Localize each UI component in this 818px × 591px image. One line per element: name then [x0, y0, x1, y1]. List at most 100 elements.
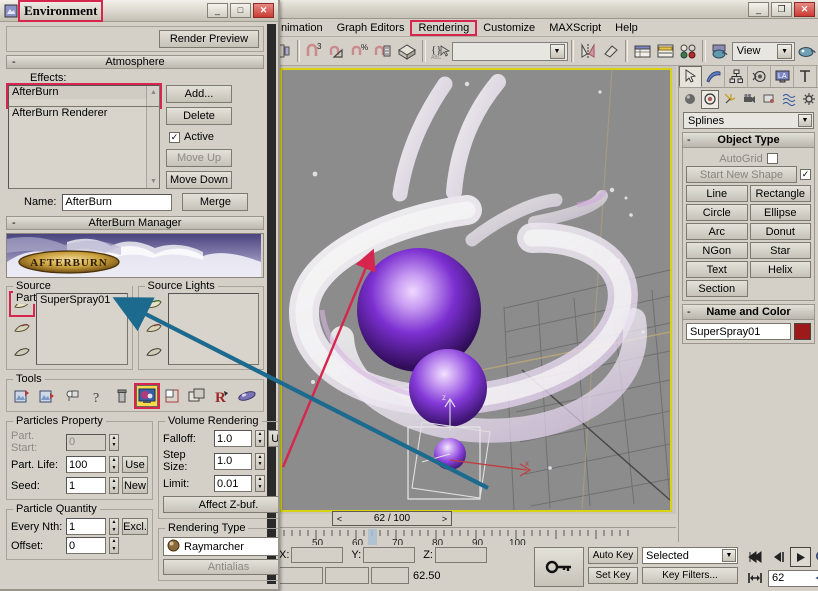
menu-graph-editors[interactable]: Graph Editors	[330, 21, 412, 35]
time-slider[interactable]: < 62 / 100 >	[332, 511, 452, 526]
copy-params-icon[interactable]	[61, 385, 83, 407]
chevron-down-icon-2[interactable]: ▼	[777, 44, 792, 59]
coord-z-field[interactable]	[435, 547, 487, 563]
spinner-snap-icon[interactable]	[372, 39, 394, 63]
time-next-icon[interactable]: >	[438, 512, 451, 525]
object-type-collapse-icon[interactable]: -	[687, 134, 691, 146]
scroll-up-icon[interactable]: ▲	[147, 86, 160, 99]
create-line-button[interactable]: Line	[686, 185, 748, 202]
auto-key-button[interactable]: Auto Key	[588, 547, 638, 564]
move-down-button[interactable]: Move Down	[166, 171, 232, 189]
pick-particle-icon[interactable]	[11, 341, 33, 363]
time-prev-icon[interactable]: <	[333, 512, 346, 525]
create-circle-button[interactable]: Circle	[686, 204, 748, 221]
environment-titlebar[interactable]: Environment _ □ ✕	[0, 0, 278, 22]
add-effect-button[interactable]: Add...	[166, 85, 232, 103]
create-helix-button[interactable]: Helix	[750, 261, 812, 278]
affect-zbuf-button[interactable]: Affect Z-buf.	[163, 496, 278, 513]
display-tab-icon[interactable]: LA	[771, 66, 794, 87]
part-life-input[interactable]: 100	[66, 456, 106, 473]
delete-effect-button[interactable]: Delete	[166, 107, 232, 125]
ellipse-icon[interactable]	[236, 385, 258, 407]
afterburn-manager-rollout-title[interactable]: - AfterBurn Manager	[6, 216, 264, 230]
shapes-icon[interactable]	[701, 90, 720, 109]
key-filters-button[interactable]: Key Filters...	[642, 567, 738, 584]
source-lights-listbox[interactable]	[168, 293, 260, 365]
env-minimize-button[interactable]: _	[207, 3, 228, 18]
percent-snap-icon[interactable]: %	[349, 39, 371, 63]
curve-editor-icon[interactable]	[654, 39, 676, 63]
new-window-icon[interactable]	[161, 385, 183, 407]
menu-animation[interactable]: nimation	[274, 21, 330, 35]
afterburn-collapse-icon[interactable]: -	[12, 217, 16, 229]
limit-input[interactable]: 0.01	[214, 475, 252, 492]
delete-icon[interactable]	[111, 385, 133, 407]
part-start-spinner[interactable]: ▲▼	[109, 434, 119, 451]
copy-window-icon[interactable]	[186, 385, 208, 407]
offset-spinner[interactable]: ▲▼	[109, 537, 119, 554]
step-size-spinner[interactable]: ▲▼	[255, 453, 265, 470]
excl-button[interactable]: Excl.	[122, 518, 148, 535]
coord-y-field[interactable]	[363, 547, 415, 563]
menu-maxscript[interactable]: MAXScript	[542, 21, 608, 35]
falloff-spinner[interactable]: ▲▼	[255, 430, 265, 447]
align-icon[interactable]	[600, 39, 622, 63]
falloff-input[interactable]: 1.0	[214, 430, 252, 447]
atmosphere-rollout-title[interactable]: - Atmosphere	[6, 55, 264, 69]
mirror-icon[interactable]	[577, 39, 599, 63]
start-new-shape-button[interactable]: Start New Shape	[686, 166, 797, 183]
seed-input[interactable]: 1	[66, 477, 106, 494]
max-close-button[interactable]: ✕	[794, 2, 815, 17]
pick-light-icon[interactable]	[143, 341, 165, 363]
source-particle-item[interactable]: SuperSpray01	[37, 294, 127, 307]
object-category-combo[interactable]: Splines ▼	[683, 112, 814, 129]
step-size-input[interactable]: 1.0	[214, 453, 252, 470]
zoom-icon[interactable]	[812, 547, 818, 567]
effects-listbox[interactable]: AfterBurn Renderer ▼	[8, 107, 160, 189]
object-type-rollout-title[interactable]: - Object Type	[683, 133, 814, 148]
limit-spinner[interactable]: ▲▼	[255, 475, 265, 492]
rendering-type-combo[interactable]: Raymarcher ▼	[163, 537, 278, 556]
object-color-swatch[interactable]	[794, 323, 811, 340]
view-coordinate-combo[interactable]: View ▼	[732, 42, 795, 61]
every-nth-spinner[interactable]: ▲▼	[109, 518, 119, 535]
every-nth-input[interactable]: 1	[66, 518, 106, 535]
schematic-view-icon[interactable]	[677, 39, 699, 63]
create-ngon-button[interactable]: NGon	[686, 242, 748, 259]
max-minimize-button[interactable]: _	[748, 2, 769, 17]
env-maximize-button[interactable]: □	[230, 3, 251, 18]
load-preset-icon[interactable]	[11, 385, 33, 407]
named-sets-icon[interactable]: {}ABC	[429, 39, 451, 63]
current-frame-input[interactable]: 62	[768, 570, 818, 587]
effect-item-afterburn[interactable]: AfterBurn	[9, 86, 159, 99]
material-editor-icon[interactable]	[709, 39, 731, 63]
max-restore-button[interactable]: ❐	[771, 2, 792, 17]
active-checkbox[interactable]: ✓	[169, 132, 180, 143]
coord-x-field[interactable]	[291, 547, 343, 563]
create-ellipse-button[interactable]: Ellipse	[750, 204, 812, 221]
modify-tab-icon[interactable]	[702, 66, 725, 87]
add-light-icon[interactable]	[143, 293, 165, 315]
perspective-viewport[interactable]: z x	[280, 68, 672, 512]
remove-particle-icon[interactable]	[11, 317, 33, 339]
hierarchy-tab-icon[interactable]	[725, 66, 748, 87]
effects-listbox-selected-row[interactable]: AfterBurn ▲	[8, 85, 160, 107]
autogrid-checkbox[interactable]	[767, 153, 778, 164]
named-selection-icon[interactable]	[395, 39, 419, 63]
key-lock-icon[interactable]	[534, 547, 584, 587]
angle-snap-icon[interactable]	[326, 39, 348, 63]
preview-render-icon[interactable]	[136, 385, 158, 407]
create-donut-button[interactable]: Donut	[750, 223, 812, 240]
named-selection-sets-combo[interactable]: ▼	[452, 42, 568, 61]
render-scene-icon[interactable]	[796, 39, 818, 63]
remove-light-icon[interactable]	[143, 317, 165, 339]
create-rectangle-button[interactable]: Rectangle	[750, 185, 812, 202]
lights-icon[interactable]	[720, 90, 739, 109]
help-icon[interactable]: ?	[86, 385, 108, 407]
menu-customize[interactable]: Customize	[476, 21, 542, 35]
merge-button[interactable]: Merge	[182, 193, 248, 211]
move-up-button[interactable]: Move Up	[166, 149, 232, 167]
create-star-button[interactable]: Star	[750, 242, 812, 259]
name-and-color-rollout-title[interactable]: - Name and Color	[683, 305, 814, 320]
offset-input[interactable]: 0	[66, 537, 106, 554]
